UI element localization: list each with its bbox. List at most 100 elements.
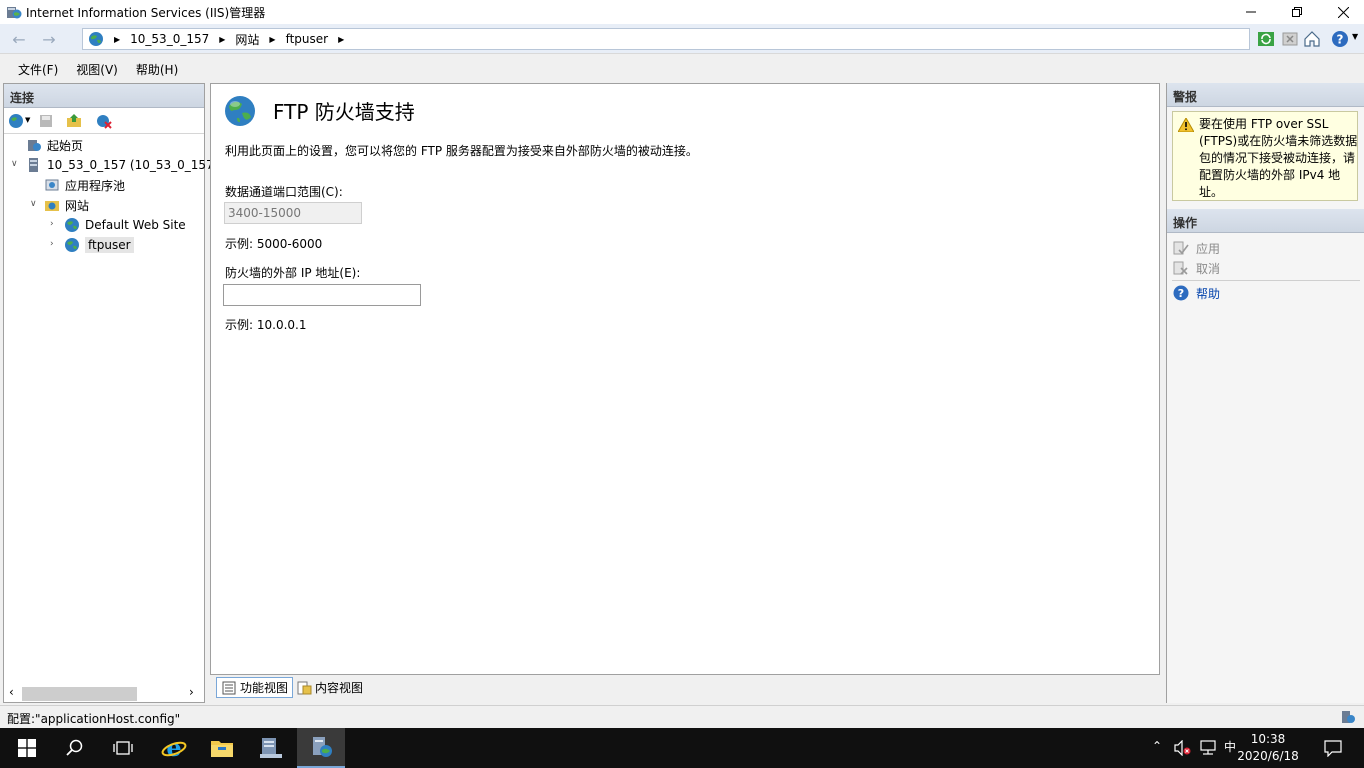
tree-expand-chevron-icon[interactable]: ∨ — [30, 199, 37, 209]
tree-item-label: Default Web Site — [85, 218, 186, 232]
tree-item-label-selected: ftpuser — [85, 237, 134, 253]
menu-bar: 文件(F) 视图(V) 帮助(H) — [0, 57, 1364, 81]
restore-button[interactable] — [1274, 0, 1320, 24]
windows-logo-icon — [18, 739, 36, 757]
external-ip-input[interactable] — [223, 284, 421, 306]
breadcrumb-arrow-icon: ▶ — [219, 34, 226, 44]
tab-features-view[interactable]: 功能视图 — [216, 677, 294, 698]
taskbar-ie[interactable]: e — [150, 728, 198, 768]
back-arrow-icon: ← — [12, 29, 26, 49]
tree-item-start-page[interactable]: 起始页 — [26, 135, 83, 155]
apply-label: 应用 — [1196, 241, 1221, 256]
home-icon[interactable] — [1302, 29, 1322, 49]
taskbar-server-manager[interactable] — [247, 728, 295, 768]
taskbar: e ⌃ 中 10:38 2020/6/18 — [0, 728, 1364, 768]
internet-explorer-icon: e — [161, 735, 187, 761]
task-view-icon — [113, 741, 133, 755]
connections-toolbar: ▼ — [4, 108, 204, 134]
tree-item-sites[interactable]: 网站 — [44, 195, 89, 215]
restore-icon — [1292, 7, 1302, 17]
forward-button[interactable]: → — [38, 29, 60, 49]
app-pool-icon — [45, 179, 59, 191]
scrollbar-thumb[interactable] — [22, 687, 137, 701]
iis-manager-icon — [313, 737, 332, 757]
tab-content-view[interactable]: 内容视图 — [292, 677, 367, 698]
cancel-action[interactable]: 取消 — [1172, 258, 1220, 278]
tree-collapsed-chevron-icon[interactable]: › — [50, 219, 54, 229]
connect-dropdown-icon[interactable]: ▼ — [25, 116, 30, 124]
volume-muted-icon[interactable] — [1174, 740, 1192, 756]
show-hidden-icons-icon[interactable]: ⌃ — [1152, 739, 1162, 753]
help-action[interactable]: ? 帮助 — [1172, 283, 1220, 303]
breadcrumb-server[interactable]: 10_53_0_157 — [130, 32, 209, 46]
tree-collapsed-chevron-icon[interactable]: › — [50, 239, 54, 249]
scroll-right-icon[interactable]: › — [189, 685, 194, 699]
notifications-icon[interactable] — [1324, 739, 1342, 757]
port-range-example: 示例: 5000-6000 — [225, 237, 323, 251]
refresh-icon[interactable] — [1256, 29, 1276, 49]
apply-action[interactable]: 应用 — [1172, 238, 1220, 258]
title-bar: Internet Information Services (IIS)管理器 — [0, 0, 1364, 24]
svg-text:e: e — [166, 735, 181, 761]
scroll-left-icon[interactable]: ‹ — [9, 685, 14, 699]
port-range-label: 数据通道端口范围(C): — [225, 185, 343, 199]
help-icon: ? — [1173, 285, 1189, 301]
start-button[interactable] — [3, 728, 51, 768]
network-icon[interactable] — [1199, 740, 1217, 756]
help-icon[interactable]: ? — [1330, 29, 1350, 49]
tree-item-label: 网站 — [65, 198, 90, 213]
connect-globe-icon[interactable] — [8, 113, 24, 129]
svg-text:?: ? — [1178, 287, 1184, 300]
search-icon — [66, 739, 83, 756]
actions-header: 操作 — [1167, 209, 1364, 233]
tree-item-default-web-site[interactable]: Default Web Site — [64, 215, 186, 235]
help-dropdown-icon[interactable]: ▼ — [1352, 32, 1358, 41]
feature-panel: FTP 防火墙支持 利用此页面上的设置，您可以将您的 FTP 服务器配置为接受来… — [210, 83, 1160, 675]
iis-app-icon — [7, 7, 22, 19]
external-ip-label: 防火墙的外部 IP 地址(E): — [225, 266, 361, 280]
minimize-button[interactable] — [1228, 0, 1274, 24]
up-folder-icon[interactable] — [66, 113, 82, 129]
page-title: FTP 防火墙支持 — [273, 100, 415, 124]
breadcrumb-arrow-icon: ▶ — [338, 34, 345, 44]
alert-message: 要在使用 FTP over SSL (FTPS)或在防火墙未筛选数据包的情况下接… — [1199, 117, 1358, 199]
tree-item-server[interactable]: 10_53_0_157 (10_53_0_157\ — [26, 155, 218, 175]
taskbar-file-explorer[interactable] — [198, 728, 246, 768]
cancel-icon — [1173, 261, 1188, 275]
external-ip-example: 示例: 10.0.0.1 — [225, 318, 307, 332]
ftp-firewall-globe-icon — [225, 96, 255, 126]
content-view-icon — [297, 681, 312, 694]
breadcrumb-sites[interactable]: 网站 — [235, 31, 259, 48]
menu-help[interactable]: 帮助(H) — [128, 61, 188, 78]
tree-item-app-pools[interactable]: 应用程序池 — [44, 175, 125, 195]
page-description: 利用此页面上的设置，您可以将您的 FTP 服务器配置为接受来自外部防火墙的被动连… — [225, 144, 698, 158]
tab-label: 功能视图 — [240, 681, 289, 695]
features-view-icon — [222, 681, 236, 694]
connections-horizontal-scrollbar[interactable]: ‹ › — [3, 684, 199, 702]
close-button[interactable] — [1320, 0, 1364, 24]
tab-label: 内容视图 — [315, 681, 364, 695]
globe-icon — [89, 32, 103, 46]
back-button[interactable]: ← — [8, 29, 30, 49]
menu-view[interactable]: 视图(V) — [68, 61, 128, 78]
save-icon[interactable] — [38, 113, 54, 129]
stop-icon[interactable] — [1280, 29, 1300, 49]
actions-divider — [1172, 280, 1360, 281]
taskbar-iis-manager[interactable] — [297, 728, 345, 768]
alerts-header: 警报 — [1167, 83, 1364, 107]
search-button[interactable] — [51, 728, 99, 768]
forward-arrow-icon: → — [42, 29, 56, 49]
tree-expand-chevron-icon[interactable]: ∨ — [11, 159, 18, 169]
tree-item-ftpuser[interactable]: ftpuser — [64, 235, 134, 255]
system-clock[interactable]: 10:38 2020/6/18 — [1232, 731, 1304, 765]
tree-item-label: 起始页 — [47, 138, 84, 153]
menu-file[interactable]: 文件(F) — [0, 61, 68, 78]
task-view-button[interactable] — [99, 728, 147, 768]
status-bar: 配置:"applicationHost.config" — [0, 705, 1364, 727]
address-bar[interactable]: ▶ 10_53_0_157 ▶ 网站 ▶ ftpuser ▶ — [82, 28, 1250, 50]
breadcrumb-ftpuser[interactable]: ftpuser — [286, 32, 329, 46]
server-manager-icon — [260, 738, 282, 758]
apply-icon — [1173, 241, 1189, 255]
disconnect-icon[interactable] — [96, 113, 114, 129]
port-range-input[interactable] — [224, 202, 362, 224]
